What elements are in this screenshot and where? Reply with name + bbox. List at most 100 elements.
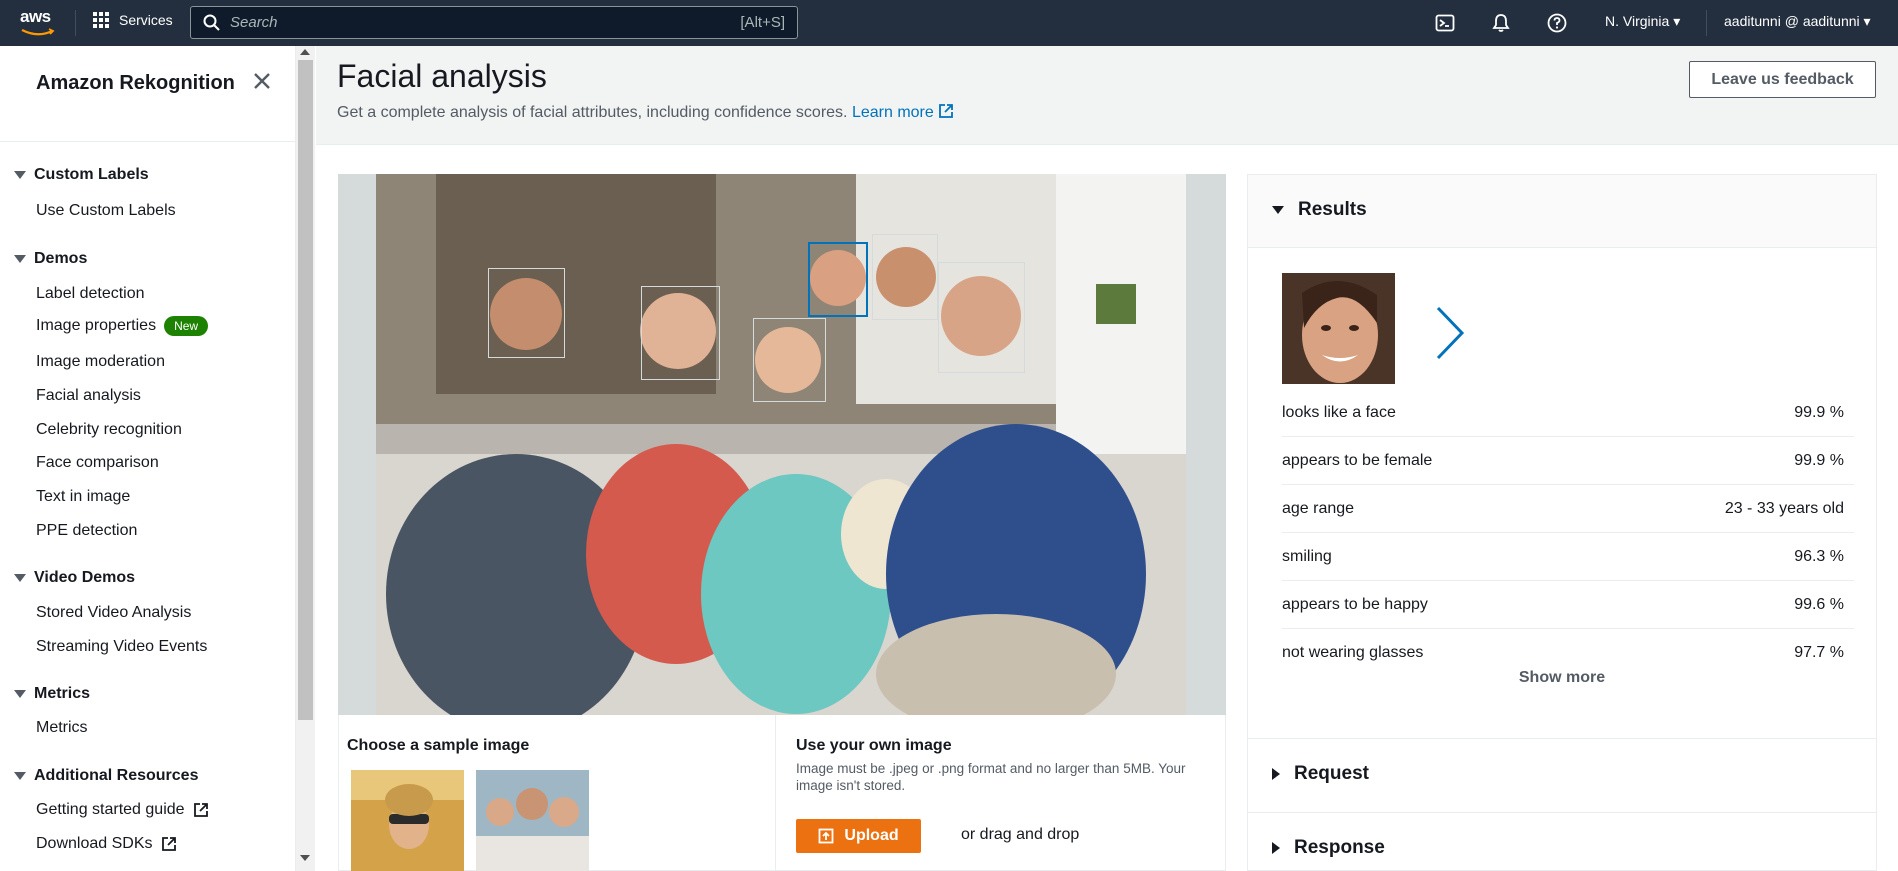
- section-metrics[interactable]: Metrics: [14, 685, 90, 703]
- attribute-value: 96.3 %: [1794, 547, 1844, 565]
- caret-down-icon: [1272, 206, 1284, 214]
- services-menu[interactable]: Services: [93, 12, 173, 28]
- sidebar-item-label: Use Custom Labels: [36, 202, 176, 219]
- result-row: smiling 96.3 %: [1282, 533, 1854, 581]
- sidebar-item-getting-started-guide[interactable]: Getting started guide: [36, 801, 209, 819]
- page-description: Get a complete analysis of facial attrib…: [337, 103, 954, 122]
- sidebar-item-download-sdks[interactable]: Download SDKs: [36, 835, 177, 853]
- search-input[interactable]: [230, 14, 741, 31]
- sidebar-item-label: Download SDKs: [36, 835, 153, 852]
- request-heading: Request: [1294, 763, 1369, 784]
- account-label: aaditunni @ aaditunni: [1724, 13, 1860, 29]
- search-bar[interactable]: [Alt+S]: [190, 6, 798, 39]
- upload-button[interactable]: Upload: [796, 819, 921, 853]
- cloudshell-icon[interactable]: [1434, 12, 1456, 34]
- response-toggle[interactable]: Response: [1272, 837, 1385, 859]
- region-selector[interactable]: N. Virginia ▾: [1605, 13, 1680, 30]
- services-grid-icon: [93, 12, 109, 28]
- own-image-heading: Use your own image: [796, 737, 952, 754]
- sidebar-divider: [0, 141, 295, 142]
- image-input-divider: [775, 715, 776, 871]
- search-icon: [203, 14, 220, 31]
- section-video-demos[interactable]: Video Demos: [14, 569, 135, 587]
- attribute-value: 97.7 %: [1794, 644, 1844, 661]
- external-link-icon: [161, 837, 176, 851]
- caret-down-icon: [14, 772, 26, 780]
- sample-image-thumbnail[interactable]: [351, 770, 464, 871]
- result-row: appears to be female 99.9 %: [1282, 437, 1854, 485]
- sidebar-item-label: Image moderation: [36, 353, 165, 370]
- result-row: age range 23 - 33 years old: [1282, 485, 1854, 533]
- aws-logo[interactable]: aws: [20, 8, 56, 36]
- request-toggle[interactable]: Request: [1272, 763, 1369, 785]
- close-icon[interactable]: [251, 70, 273, 92]
- sidebar-item-label: PPE detection: [36, 522, 138, 539]
- services-label: Services: [119, 12, 173, 28]
- face-bounding-box-selected[interactable]: [808, 242, 868, 317]
- face-bounding-box[interactable]: [938, 262, 1025, 373]
- sidebar-item-image-moderation[interactable]: Image moderation: [36, 353, 165, 371]
- sidebar-item-stored-video-analysis[interactable]: Stored Video Analysis: [36, 604, 191, 622]
- page-header: [316, 46, 1898, 145]
- sidebar-item-facial-analysis[interactable]: Facial analysis: [36, 387, 141, 405]
- sidebar-item-use-custom-labels[interactable]: Use Custom Labels: [36, 202, 176, 220]
- account-menu[interactable]: aaditunni @ aaditunni ▾: [1724, 13, 1871, 30]
- attribute-value: 99.9 %: [1794, 403, 1844, 421]
- sidebar-item-label: Text in image: [36, 488, 131, 505]
- section-demos[interactable]: Demos: [14, 250, 87, 268]
- face-bounding-box[interactable]: [872, 234, 938, 320]
- attribute-value: 99.9 %: [1794, 451, 1844, 469]
- results-toggle[interactable]: Results: [1272, 199, 1367, 221]
- side-navigation: Amazon Rekognition Custom Labels Use Cus…: [0, 46, 296, 871]
- sidebar-item-streaming-video-events[interactable]: Streaming Video Events: [36, 638, 207, 656]
- sidebar-item-label: Facial analysis: [36, 387, 141, 404]
- attribute-label: age range: [1282, 499, 1355, 517]
- face-bounding-box[interactable]: [641, 286, 720, 380]
- results-divider: [1248, 738, 1876, 739]
- analyzed-photo: [376, 174, 1186, 715]
- caret-down-icon: [14, 690, 26, 698]
- sidebar-item-ppe-detection[interactable]: PPE detection: [36, 522, 137, 540]
- top-navigation: aws Services [Alt+S] N. Virginia ▾ aadit…: [0, 0, 1898, 46]
- section-custom-labels[interactable]: Custom Labels: [14, 166, 149, 184]
- sample-image-thumbnail[interactable]: [476, 770, 589, 871]
- leave-feedback-button[interactable]: Leave us feedback: [1689, 61, 1876, 98]
- sidebar-item-image-properties[interactable]: Image properties New: [36, 316, 209, 336]
- notifications-bell-icon[interactable]: [1490, 12, 1512, 34]
- section-additional-resources[interactable]: Additional Resources: [14, 767, 198, 785]
- sample-image-heading: Choose a sample image: [347, 737, 530, 754]
- scroll-down-arrow-icon[interactable]: [300, 855, 310, 861]
- page-title: Facial analysis: [337, 58, 547, 94]
- sample-image-family: [476, 770, 589, 871]
- drag-drop-text: or drag and drop: [961, 826, 1080, 843]
- results-header: Results: [1248, 175, 1876, 248]
- face-bounding-box[interactable]: [753, 318, 826, 402]
- face-bounding-box[interactable]: [488, 268, 565, 358]
- scroll-up-arrow-icon[interactable]: [300, 49, 310, 55]
- external-link-icon: [193, 803, 208, 817]
- sidebar-item-text-in-image[interactable]: Text in image: [36, 488, 130, 506]
- help-icon[interactable]: [1546, 12, 1568, 34]
- sidebar-item-metrics[interactable]: Metrics: [36, 719, 88, 737]
- selected-face-thumbnail: [1282, 273, 1395, 384]
- sidebar-scrollbar-thumb[interactable]: [298, 60, 313, 720]
- sidebar-item-label: Celebrity recognition: [36, 421, 182, 438]
- region-label: N. Virginia: [1605, 13, 1670, 29]
- caret-right-icon: [1272, 842, 1280, 854]
- sidebar-title[interactable]: Amazon Rekognition: [36, 71, 236, 95]
- learn-more-link[interactable]: Learn more: [852, 104, 954, 121]
- own-image-description: Image must be .jpeg or .png format and n…: [796, 761, 1186, 793]
- sidebar-item-face-comparison[interactable]: Face comparison: [36, 454, 159, 472]
- sidebar-item-label: Image properties: [36, 317, 157, 334]
- attribute-label: not wearing glasses: [1282, 644, 1424, 661]
- show-more-button[interactable]: Show more: [1248, 669, 1876, 687]
- next-face-chevron-icon[interactable]: [1428, 303, 1468, 363]
- caret-right-icon: [1272, 768, 1280, 780]
- sidebar-item-celebrity-recognition[interactable]: Celebrity recognition: [36, 421, 182, 439]
- page-description-text: Get a complete analysis of facial attrib…: [337, 104, 848, 121]
- sidebar-item-label-detection[interactable]: Label detection: [36, 285, 145, 303]
- section-label: Additional Resources: [34, 767, 199, 784]
- sample-image-woman-car: [351, 770, 464, 871]
- attribute-label: smiling: [1282, 547, 1332, 565]
- aws-logo-text: aws: [20, 7, 51, 26]
